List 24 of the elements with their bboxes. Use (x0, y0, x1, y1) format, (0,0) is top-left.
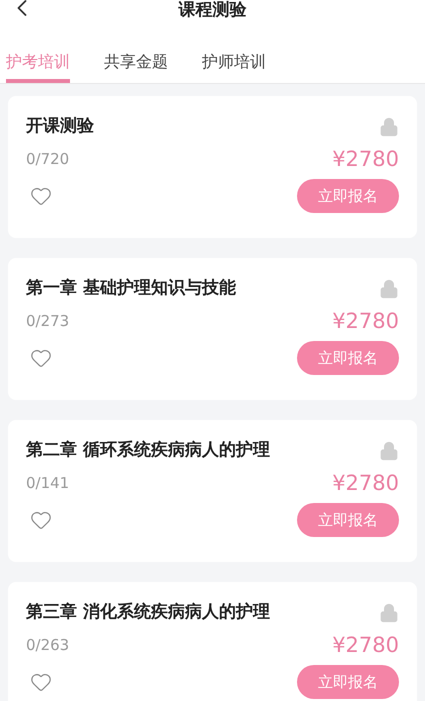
price: ¥2780 (332, 632, 399, 658)
tab[interactable]: 共享金题 (104, 34, 168, 83)
tab[interactable]: 护考培训 (6, 34, 70, 83)
heart-icon[interactable] (30, 671, 52, 693)
tab[interactable]: 护师培训 (202, 34, 266, 83)
price: ¥2780 (332, 146, 399, 172)
course-title: 第三章 消化系统疾病病人的护理 (26, 601, 270, 624)
course-title: 开课测验 (26, 115, 94, 138)
heart-icon[interactable] (30, 509, 52, 531)
enroll-button[interactable]: 立即报名 (297, 179, 399, 213)
price: ¥2780 (332, 308, 399, 334)
enroll-button[interactable]: 立即报名 (297, 665, 399, 699)
course-title: 第二章 循环系统疾病病人的护理 (26, 439, 270, 462)
progress-count: 0/720 (26, 149, 70, 170)
page-title: 课程测验 (178, 2, 246, 19)
progress-count: 0/263 (26, 635, 70, 656)
progress-count: 0/141 (26, 473, 70, 494)
progress-count: 0/273 (26, 311, 70, 332)
course-title: 第一章 基础护理知识与技能 (26, 277, 236, 300)
heart-icon[interactable] (30, 185, 52, 207)
price: ¥2780 (332, 470, 399, 496)
enroll-button[interactable]: 立即报名 (297, 503, 399, 537)
heart-icon[interactable] (30, 347, 52, 369)
enroll-button[interactable]: 立即报名 (297, 341, 399, 375)
